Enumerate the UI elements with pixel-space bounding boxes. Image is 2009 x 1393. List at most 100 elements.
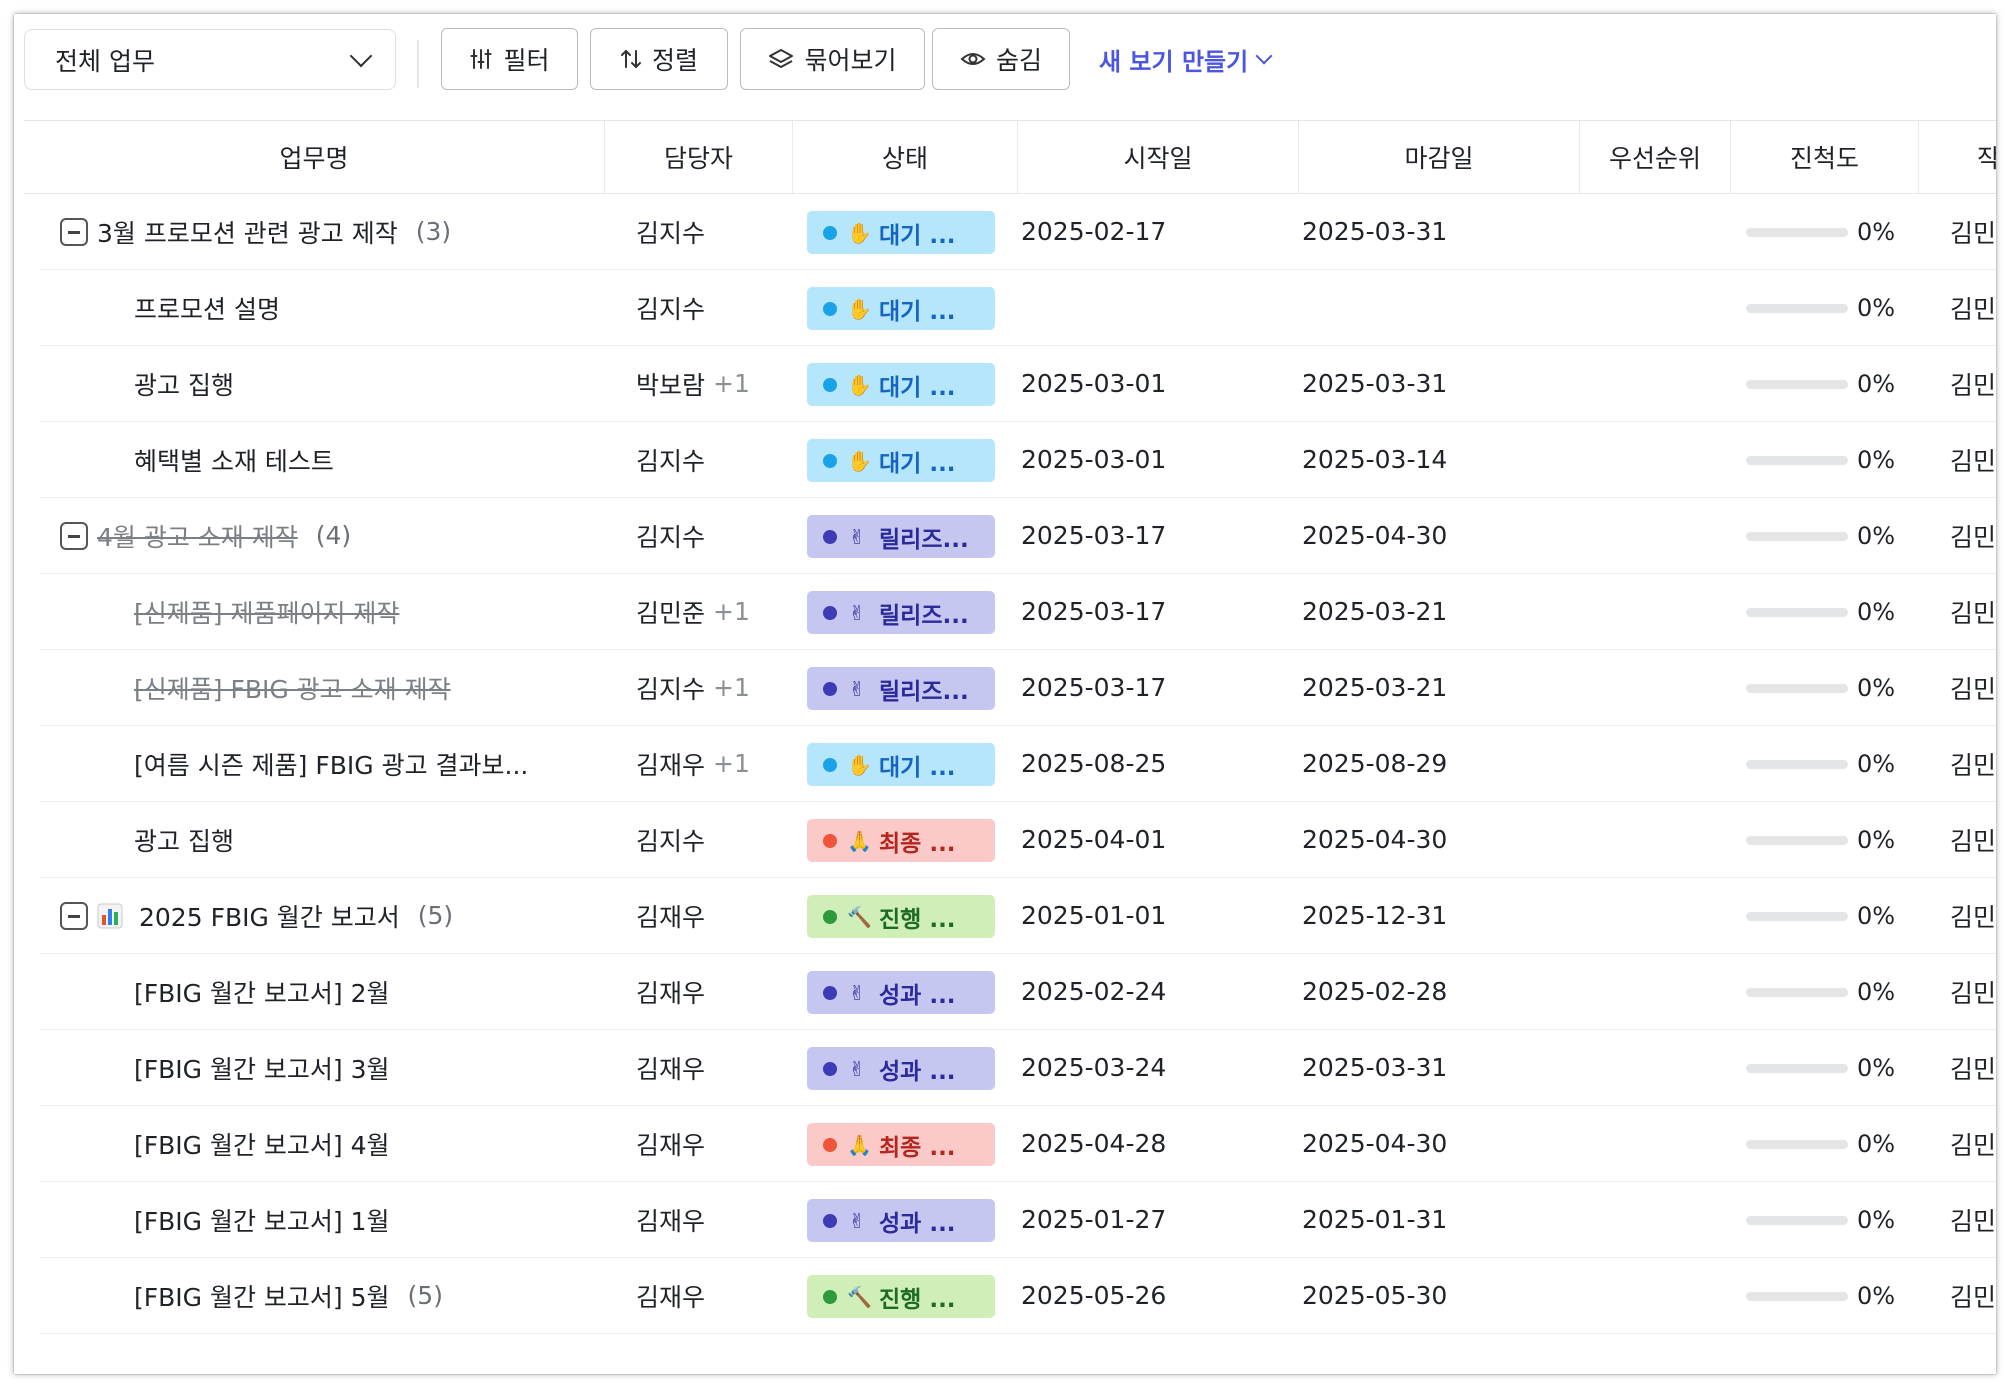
truncated-column-cell[interactable]: 김민준 [1950, 1106, 1996, 1181]
hide-button[interactable]: 숨김 [932, 28, 1070, 90]
truncated-column-cell[interactable]: 김민준 [1950, 346, 1996, 421]
due-date-cell[interactable]: 2025-03-31 [1302, 1030, 1447, 1105]
status-pill[interactable]: ✌ 릴리즈... [807, 667, 995, 710]
filter-button[interactable]: 필터 [441, 28, 578, 90]
task-name-cell[interactable]: 4월 광고 소재 제작 (4) [97, 498, 351, 573]
status-pill[interactable]: ✋ 대기 ... [807, 363, 995, 406]
table-group-row[interactable]: 4월 광고 소재 제작 (4) 김지수 ✌ 릴리즈... 2025-03-17 2025-0… [40, 498, 1996, 574]
column-header-task-name[interactable]: 업무명 [24, 121, 605, 193]
view-select-dropdown[interactable]: 전체 업무 [24, 29, 396, 90]
assignee-cell[interactable]: 김재우 [636, 1106, 713, 1181]
start-date-cell[interactable]: 2025-04-01 [1021, 802, 1166, 877]
task-name-cell[interactable]: [여름 시즌 제품] FBIG 광고 결과보... [134, 726, 546, 801]
due-date-cell[interactable]: 2025-03-21 [1302, 650, 1447, 725]
task-name-cell[interactable]: 광고 집행 [134, 802, 252, 877]
start-date-cell[interactable]: 2025-03-17 [1021, 498, 1166, 573]
truncated-column-cell[interactable]: 김민준 [1950, 954, 1996, 1029]
status-pill[interactable]: ✋ 대기 ... [807, 211, 995, 254]
assignee-cell[interactable]: 김지수 [636, 422, 713, 497]
truncated-column-cell[interactable]: 김민준 [1950, 1030, 1996, 1105]
task-name-cell[interactable]: [FBIG 월간 보고서] 3월 [134, 1030, 408, 1105]
status-pill[interactable]: ✋ 대기 ... [807, 439, 995, 482]
task-name-cell[interactable]: [FBIG 월간 보고서] 2월 [134, 954, 408, 1029]
column-header-assignee[interactable]: 담당자 [605, 121, 793, 193]
collapse-toggle-icon[interactable] [60, 218, 88, 246]
due-date-cell[interactable]: 2025-03-14 [1302, 422, 1447, 497]
due-date-cell[interactable]: 2025-04-30 [1302, 498, 1447, 573]
truncated-column-cell[interactable]: 김민준 [1950, 194, 1996, 269]
start-date-cell[interactable]: 2025-05-26 [1021, 1258, 1166, 1333]
start-date-cell[interactable]: 2025-03-24 [1021, 1030, 1166, 1105]
start-date-cell[interactable]: 2025-03-17 [1021, 574, 1166, 649]
status-pill[interactable]: ✌ 릴리즈... [807, 515, 995, 558]
table-row[interactable]: [FBIG 월간 보고서] 4월 김재우 🙏 최종 ... 2025-04-28 2025… [40, 1106, 1996, 1182]
due-date-cell[interactable]: 2025-03-31 [1302, 194, 1447, 269]
column-header-due-date[interactable]: 마감일 [1299, 121, 1580, 193]
task-name-cell[interactable]: [신제품] FBIG 광고 소재 제작 [134, 650, 469, 725]
status-pill[interactable]: ✋ 대기 ... [807, 743, 995, 786]
collapse-toggle-icon[interactable] [60, 522, 88, 550]
status-pill[interactable]: ✋ 대기 ... [807, 287, 995, 330]
assignee-cell[interactable]: 김재우 [636, 1258, 713, 1333]
truncated-column-cell[interactable]: 김민준 [1950, 726, 1996, 801]
status-pill[interactable]: ✌ 성과 ... [807, 1199, 995, 1242]
assignee-cell[interactable]: 김지수 [636, 270, 713, 345]
table-group-row[interactable]: 3월 프로모션 관련 광고 제작 (3) 김지수 ✋ 대기 ... 2025-02-17 2… [40, 194, 1996, 270]
truncated-column-cell[interactable]: 김민준 [1950, 574, 1996, 649]
table-group-row[interactable]: 2025 FBIG 월간 보고서 (5) 김재우 🔨 진행 ... 2025-01-01 2… [40, 878, 1996, 954]
assignee-cell[interactable]: 김재우 +1 [636, 726, 750, 801]
due-date-cell[interactable]: 2025-03-31 [1302, 346, 1447, 421]
start-date-cell[interactable]: 2025-02-24 [1021, 954, 1166, 1029]
assignee-cell[interactable]: 김지수 +1 [636, 650, 750, 725]
table-row[interactable]: [FBIG 월간 보고서] 1월 김재우 ✌ 성과 ... 2025-01-27 2025… [40, 1182, 1996, 1258]
due-date-cell[interactable]: 2025-03-21 [1302, 574, 1447, 649]
table-row[interactable]: [FBIG 월간 보고서] 3월 김재우 ✌ 성과 ... 2025-03-24 2025… [40, 1030, 1996, 1106]
task-name-cell[interactable]: [FBIG 월간 보고서] 5월 (5) [134, 1258, 443, 1333]
truncated-column-cell[interactable]: 김민준 [1950, 878, 1996, 953]
due-date-cell[interactable]: 2025-08-29 [1302, 726, 1447, 801]
sort-button[interactable]: 정렬 [590, 28, 728, 90]
start-date-cell[interactable]: 2025-04-28 [1021, 1106, 1166, 1181]
assignee-cell[interactable]: 김재우 [636, 954, 713, 1029]
status-pill[interactable]: 🙏 최종 ... [807, 819, 995, 862]
start-date-cell[interactable]: 2025-03-17 [1021, 650, 1166, 725]
due-date-cell[interactable]: 2025-02-28 [1302, 954, 1447, 1029]
status-pill[interactable]: ✌ 성과 ... [807, 1047, 995, 1090]
start-date-cell[interactable]: 2025-01-01 [1021, 878, 1166, 953]
task-name-cell[interactable]: 혜택별 소재 테스트 [134, 422, 352, 497]
start-date-cell[interactable]: 2025-08-25 [1021, 726, 1166, 801]
start-date-cell[interactable]: 2025-01-27 [1021, 1182, 1166, 1257]
table-row[interactable]: [FBIG 월간 보고서] 5월 (5) 김재우 🔨 진행 ... 2025-05-26 2… [40, 1258, 1996, 1334]
assignee-cell[interactable]: 김지수 [636, 802, 713, 877]
table-row[interactable]: 광고 집행 박보람 +1 ✋ 대기 ... 2025-03-01 2025-03-31 0% 김… [40, 346, 1996, 422]
due-date-cell[interactable]: 2025-05-30 [1302, 1258, 1447, 1333]
table-row[interactable]: 혜택별 소재 테스트 김지수 ✋ 대기 ... 2025-03-01 2025-03-14… [40, 422, 1996, 498]
new-view-button[interactable]: 새 보기 만들기 [1099, 28, 1273, 90]
task-name-cell[interactable]: [FBIG 월간 보고서] 4월 [134, 1106, 408, 1181]
due-date-cell[interactable]: 2025-01-31 [1302, 1182, 1447, 1257]
assignee-cell[interactable]: 김지수 [636, 498, 713, 573]
assignee-cell[interactable]: 김재우 [636, 878, 713, 953]
collapse-toggle-icon[interactable] [60, 902, 88, 930]
assignee-cell[interactable]: 김민준 +1 [636, 574, 750, 649]
due-date-cell[interactable]: 2025-04-30 [1302, 1106, 1447, 1181]
truncated-column-cell[interactable]: 김민준 [1950, 498, 1996, 573]
table-row[interactable]: [FBIG 월간 보고서] 2월 김재우 ✌ 성과 ... 2025-02-24 2025… [40, 954, 1996, 1030]
task-name-cell[interactable]: [신제품] 제품페이지 제작 [134, 574, 417, 649]
table-row[interactable]: 광고 집행 김지수 🙏 최종 ... 2025-04-01 2025-04-30 0% 김민준 [40, 802, 1996, 878]
start-date-cell[interactable]: 2025-03-01 [1021, 346, 1166, 421]
task-name-cell[interactable]: 2025 FBIG 월간 보고서 (5) [97, 878, 453, 953]
assignee-cell[interactable]: 김지수 [636, 194, 713, 269]
table-row[interactable]: [여름 시즌 제품] FBIG 광고 결과보... 김재우 +1 ✋ 대기 ... 202… [40, 726, 1996, 802]
due-date-cell[interactable]: 2025-04-30 [1302, 802, 1447, 877]
due-date-cell[interactable]: 2025-12-31 [1302, 878, 1447, 953]
column-header-start-date[interactable]: 시작일 [1018, 121, 1299, 193]
task-name-cell[interactable]: 광고 집행 [134, 346, 252, 421]
table-row[interactable]: [신제품] 제품페이지 제작 김민준 +1 ✌ 릴리즈... 2025-03-17 2025… [40, 574, 1996, 650]
status-pill[interactable]: ✌ 릴리즈... [807, 591, 995, 634]
assignee-cell[interactable]: 박보람 +1 [636, 346, 750, 421]
status-pill[interactable]: ✌ 성과 ... [807, 971, 995, 1014]
task-name-cell[interactable]: 프로모션 설명 [134, 270, 298, 345]
column-header-status[interactable]: 상태 [793, 121, 1018, 193]
group-button[interactable]: 묶어보기 [740, 28, 925, 90]
